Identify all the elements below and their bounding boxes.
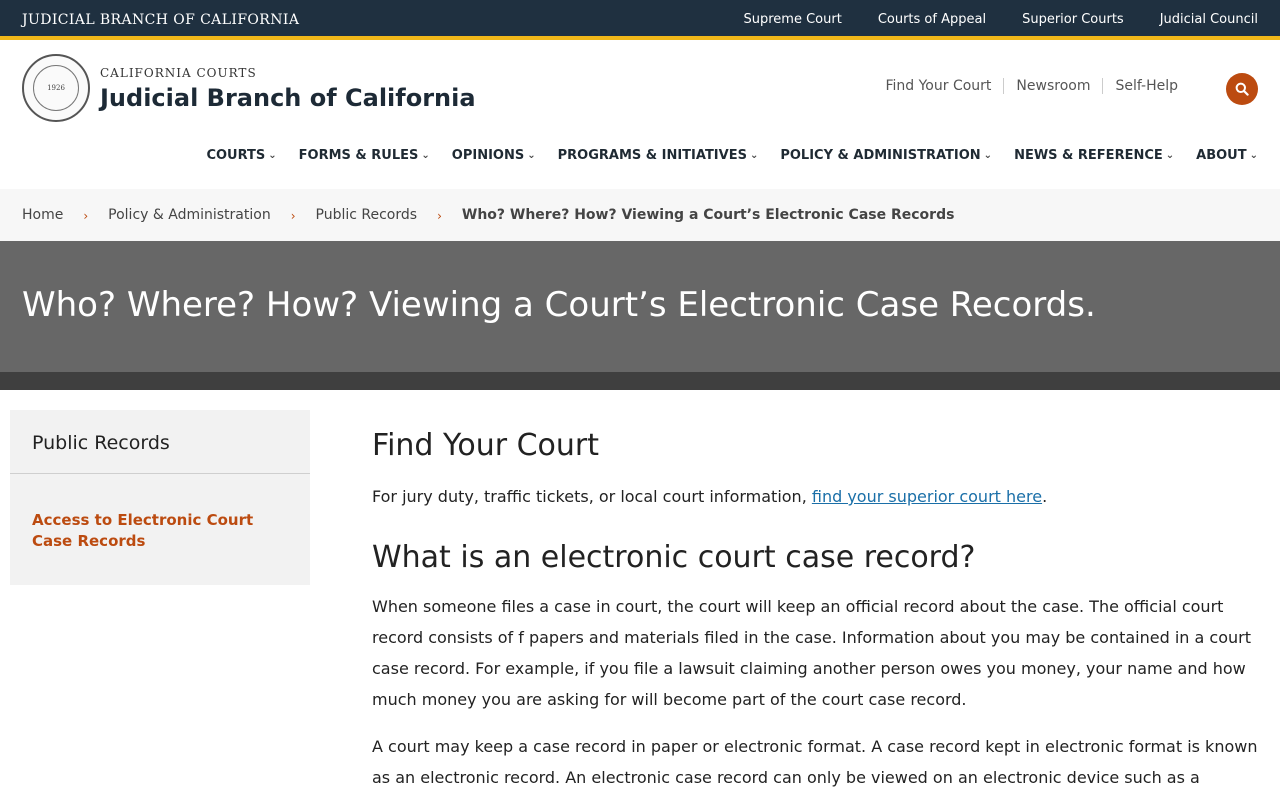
main-content: Find Your Court For jury duty, traffic t… <box>372 428 1262 800</box>
topbar-link-judicial-council[interactable]: Judicial Council <box>1160 12 1258 27</box>
find-court-text: For jury duty, traffic tickets, or local… <box>372 487 812 506</box>
site-header: 1926 CALIFORNIA COURTS Judicial Branch o… <box>0 44 1280 189</box>
breadcrumb-home[interactable]: Home <box>22 207 63 223</box>
sidebar-title: Public Records <box>10 410 310 474</box>
chevron-right-icon: › <box>290 209 296 223</box>
paragraph-electronic-format: A court may keep a case record in paper … <box>372 737 1258 800</box>
chevron-right-icon: › <box>437 209 442 223</box>
breadcrumb-public-records[interactable]: Public Records <box>316 207 418 223</box>
topbar-link-courts-of-appeal[interactable]: Courts of Appeal <box>878 12 986 27</box>
chevron-down-icon: ⌄ <box>1249 150 1258 161</box>
site-title[interactable]: Judicial Branch of California <box>100 84 476 112</box>
chevron-down-icon: ⌄ <box>983 150 993 161</box>
breadcrumb-policy-administration[interactable]: Policy & Administration <box>108 207 271 223</box>
nav-programs-initiatives[interactable]: PROGRAMS & INITIATIVES ⌄ <box>558 148 759 163</box>
nav-label: ABOUT <box>1196 148 1247 163</box>
nav-label: POLICY & ADMINISTRATION <box>780 148 981 163</box>
nav-about[interactable]: ABOUT ⌄ <box>1196 148 1258 163</box>
chevron-down-icon: ⌄ <box>749 150 759 161</box>
nav-label: COURTS <box>206 148 266 163</box>
main-navigation: COURTS ⌄ FORMS & RULES ⌄ OPINIONS ⌄ PROGRAM… <box>206 148 1258 163</box>
topbar-links: Supreme Court Courts of Appeal Superior … <box>744 12 1259 27</box>
chevron-down-icon: ⌄ <box>268 150 277 161</box>
chevron-down-icon: ⌄ <box>1165 150 1175 161</box>
nav-policy-administration[interactable]: POLICY & ADMINISTRATION ⌄ <box>780 148 992 163</box>
topbar-link-supreme-court[interactable]: Supreme Court <box>744 12 842 27</box>
search-button[interactable] <box>1226 73 1258 105</box>
nav-label: FORMS & RULES <box>298 148 419 163</box>
nav-news-reference[interactable]: NEWS & REFERENCE ⌄ <box>1014 148 1174 163</box>
nav-label: NEWS & REFERENCE <box>1014 148 1163 163</box>
chevron-down-icon: ⌄ <box>527 150 536 161</box>
hero-divider-strip <box>0 372 1280 390</box>
header-utility-links: Find Your Court Newsroom Self-Help <box>873 78 1190 94</box>
breadcrumb-current: Who? Where? How? Viewing a Court’s Elect… <box>461 207 955 223</box>
sidebar: Public Records Access to Electronic Cour… <box>10 410 310 585</box>
topbar-brand[interactable]: JUDICIAL BRANCH OF CALIFORNIA <box>22 12 299 28</box>
find-superior-court-link[interactable]: find your superior court here <box>812 487 1042 506</box>
nav-label: PROGRAMS & INITIATIVES <box>557 148 747 163</box>
seal-year: 1926 <box>47 84 65 92</box>
self-help-link[interactable]: Self-Help <box>1102 78 1190 94</box>
nav-courts[interactable]: COURTS ⌄ <box>206 148 276 163</box>
find-court-paragraph: For jury duty, traffic tickets, or local… <box>372 481 1262 512</box>
find-your-court-link[interactable]: Find Your Court <box>873 78 1003 94</box>
topbar-link-superior-courts[interactable]: Superior Courts <box>1022 12 1124 27</box>
chevron-down-icon: ⌄ <box>421 150 430 161</box>
page-title: Who? Where? How? Viewing a Court’s Elect… <box>22 285 1096 325</box>
nav-opinions[interactable]: OPINIONS ⌄ <box>452 148 536 163</box>
search-icon <box>1235 82 1249 96</box>
page-hero: Who? Where? How? Viewing a Court’s Elect… <box>0 241 1280 372</box>
top-utility-bar: JUDICIAL BRANCH OF CALIFORNIA Supreme Co… <box>0 0 1280 40</box>
newsroom-link[interactable]: Newsroom <box>1003 78 1102 94</box>
nav-forms-rules[interactable]: FORMS & RULES ⌄ <box>299 148 430 163</box>
breadcrumb: Home › Policy & Administration › Public … <box>0 189 1280 241</box>
seal-inner: 1926 <box>33 65 79 111</box>
nav-label: OPINIONS <box>451 148 525 163</box>
sidebar-link-electronic-records[interactable]: Access to Electronic Court Case Records <box>10 474 310 552</box>
paragraph-official-record: When someone files a case in court, the … <box>372 597 1251 709</box>
chevron-right-icon: › <box>83 209 89 223</box>
judicial-council-seal-logo[interactable]: 1926 <box>22 54 90 122</box>
find-court-period: . <box>1042 487 1048 506</box>
heading-what-is-electronic-record: What is an electronic court case record? <box>372 540 976 575</box>
heading-find-your-court: Find Your Court <box>372 428 599 463</box>
site-eyebrow: CALIFORNIA COURTS <box>100 66 257 80</box>
